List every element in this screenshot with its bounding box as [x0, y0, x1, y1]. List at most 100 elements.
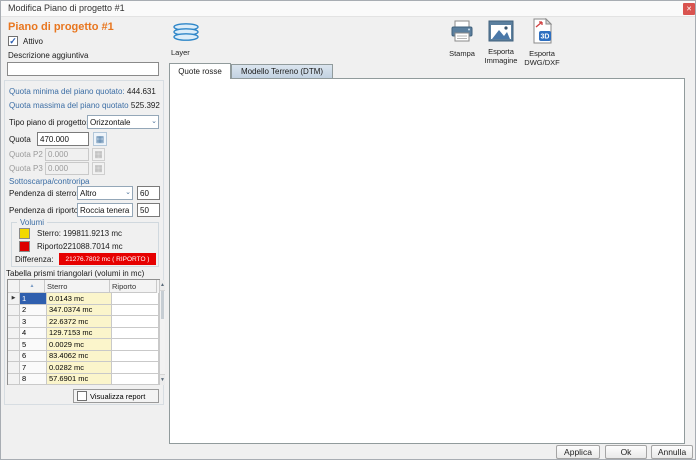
row-selector-cell[interactable]	[8, 374, 20, 386]
header-riporto[interactable]: Riporto	[110, 280, 157, 293]
applica-button[interactable]: Applica	[556, 445, 600, 459]
row-number-cell[interactable]: 1	[20, 293, 47, 305]
row-number-cell[interactable]: 4	[20, 328, 47, 340]
sterro-cell[interactable]: 0.0143 mc	[47, 293, 112, 305]
table-row[interactable]: 70.0282 mc	[8, 362, 159, 374]
descrizione-input[interactable]	[7, 62, 159, 76]
stampa-button[interactable]: Stampa	[445, 20, 479, 60]
sterro-cell[interactable]: 22.6372 mc	[47, 316, 112, 328]
row-number-cell[interactable]: 2	[20, 305, 47, 317]
sterro-cell[interactable]: 129.7153 mc	[47, 328, 112, 340]
row-number-cell[interactable]: 3	[20, 316, 47, 328]
riporto-cell[interactable]	[112, 293, 159, 305]
esporta-dwg-button[interactable]: 3D Esporta DWG/DXF	[522, 18, 562, 68]
pendenza-riporto-select[interactable]: Roccia tenera (5 ⌄	[77, 203, 133, 217]
riporto-cell[interactable]	[112, 351, 159, 363]
row-selector-cell[interactable]	[8, 328, 20, 340]
riporto-cell[interactable]	[112, 374, 159, 386]
pendenza-sterro-select[interactable]: Altro ⌄	[77, 186, 133, 200]
row-number-cell[interactable]: 8	[20, 374, 47, 386]
esporta-immagine-button[interactable]: Esporta Immagine	[482, 20, 520, 68]
table-row[interactable]: 683.4062 mc	[8, 351, 159, 363]
table-row[interactable]: 857.6901 mc	[8, 374, 159, 386]
table-row[interactable]: 2347.0374 mc	[8, 305, 159, 317]
esporta-dwg-label-2: DWG/DXF	[522, 58, 562, 67]
table-scrollbar[interactable]: ▲ ▼	[159, 280, 165, 385]
close-icon: ✕	[686, 5, 692, 13]
quota-picker-button[interactable]: ▦	[93, 132, 107, 146]
differenza-badge: 21276.7802 mc ( RIPORTO )	[59, 253, 156, 265]
tab-quote-rosse[interactable]: Quote rosse	[169, 63, 231, 79]
table-scrollbar-thumb[interactable]	[161, 291, 164, 319]
visualizza-report-checkbox[interactable]	[77, 391, 87, 401]
header-sterro[interactable]: Sterro	[45, 280, 110, 293]
quota-p2-picker-button[interactable]: ▦	[92, 148, 105, 161]
pendenza-riporto-num-input[interactable]: 50	[137, 203, 160, 217]
calculator-icon: ▦	[94, 149, 103, 160]
row-selector-cell[interactable]	[8, 351, 20, 363]
row-selector-cell[interactable]	[8, 305, 20, 317]
sterro-cell[interactable]: 57.6901 mc	[47, 374, 112, 386]
row-number-cell[interactable]: 6	[20, 351, 47, 363]
riporto-volume-label: Riporto:	[37, 242, 65, 252]
sterro-cell[interactable]: 347.0374 mc	[47, 305, 112, 317]
table-header: ▲ Sterro Riporto	[8, 280, 159, 293]
sterro-cell[interactable]: 83.4062 mc	[47, 351, 112, 363]
table-row[interactable]: ▶10.0143 mc	[8, 293, 159, 305]
quota-min-value: 444.631	[127, 87, 156, 96]
row-selector-cell[interactable]	[8, 316, 20, 328]
row-number-cell[interactable]: 5	[20, 339, 47, 351]
scroll-down-icon[interactable]: ▼	[160, 374, 165, 385]
attivo-checkbox[interactable]: ✓	[8, 36, 18, 46]
window-title: Modifica Piano di progetto #1	[8, 3, 125, 13]
esporta-immagine-label-1: Esporta	[482, 47, 520, 56]
chevron-down-icon: ⌄	[151, 119, 157, 125]
annulla-button[interactable]: Annulla	[651, 445, 693, 459]
sterro-cell[interactable]: 0.0029 mc	[47, 339, 112, 351]
calculator-icon: ▦	[94, 163, 103, 174]
quota-p3-input[interactable]: 0.000	[45, 162, 89, 175]
svg-text:3D: 3D	[541, 34, 550, 41]
pendenza-sterro-value: Altro	[80, 189, 96, 198]
header-number-cell[interactable]: ▲	[20, 280, 45, 293]
riporto-volume-value: 221088.7014 mc	[63, 242, 123, 252]
riporto-cell[interactable]	[112, 328, 159, 340]
sterro-volume-label: Sterro:	[37, 229, 61, 239]
quota-input[interactable]: 470.000	[37, 132, 89, 146]
ok-button[interactable]: Ok	[605, 445, 647, 459]
pendenza-sterro-num-input[interactable]: 60	[137, 186, 160, 200]
calculator-icon: ▦	[96, 134, 105, 145]
dialog-modifica-piano: Modifica Piano di progetto #1 ✕ Piano di…	[0, 0, 696, 460]
tipo-piano-select[interactable]: Orizzontale ⌄	[87, 115, 159, 129]
row-selector-cell[interactable]	[8, 362, 20, 374]
quota-max-label: Quota massima del piano quotato	[9, 101, 129, 110]
tipo-piano-value: Orizzontale	[90, 118, 130, 127]
image-icon	[488, 20, 514, 42]
scroll-up-icon[interactable]: ▲	[160, 280, 165, 291]
row-selector-cell[interactable]	[8, 339, 20, 351]
riporto-cell[interactable]	[112, 339, 159, 351]
layers-icon	[171, 21, 203, 45]
table-row[interactable]: 4129.7153 mc	[8, 328, 159, 340]
close-button[interactable]: ✕	[683, 3, 695, 15]
layer-button[interactable]: Layer	[171, 21, 207, 59]
quota-p2-label: Quota P2	[9, 150, 43, 160]
prism-table: ▲ Sterro Riporto ▶10.0143 mc2347.0374 mc…	[7, 279, 160, 385]
table-scrollbar-track	[160, 319, 165, 374]
prism-table-title: Tabella prismi triangolari (volumi in mc…	[6, 269, 144, 279]
riporto-cell[interactable]	[112, 316, 159, 328]
table-row[interactable]: 322.6372 mc	[8, 316, 159, 328]
quota-p3-picker-button[interactable]: ▦	[92, 162, 105, 175]
quota-p2-input[interactable]: 0.000	[45, 148, 89, 161]
sterro-cell[interactable]: 0.0282 mc	[47, 362, 112, 374]
row-selector-cell[interactable]: ▶	[8, 293, 20, 305]
row-number-cell[interactable]: 7	[20, 362, 47, 374]
applica-label: Applica	[564, 447, 592, 457]
riporto-cell[interactable]	[112, 362, 159, 374]
riporto-cell[interactable]	[112, 305, 159, 317]
tab-modello-terreno[interactable]: Modello Terreno (DTM)	[231, 64, 333, 79]
visualizza-report-toggle[interactable]: Visualizza report	[73, 389, 159, 403]
tab-modello-terreno-label: Modello Terreno (DTM)	[241, 67, 323, 76]
table-row[interactable]: 50.0029 mc	[8, 339, 159, 351]
printer-icon	[450, 20, 474, 44]
